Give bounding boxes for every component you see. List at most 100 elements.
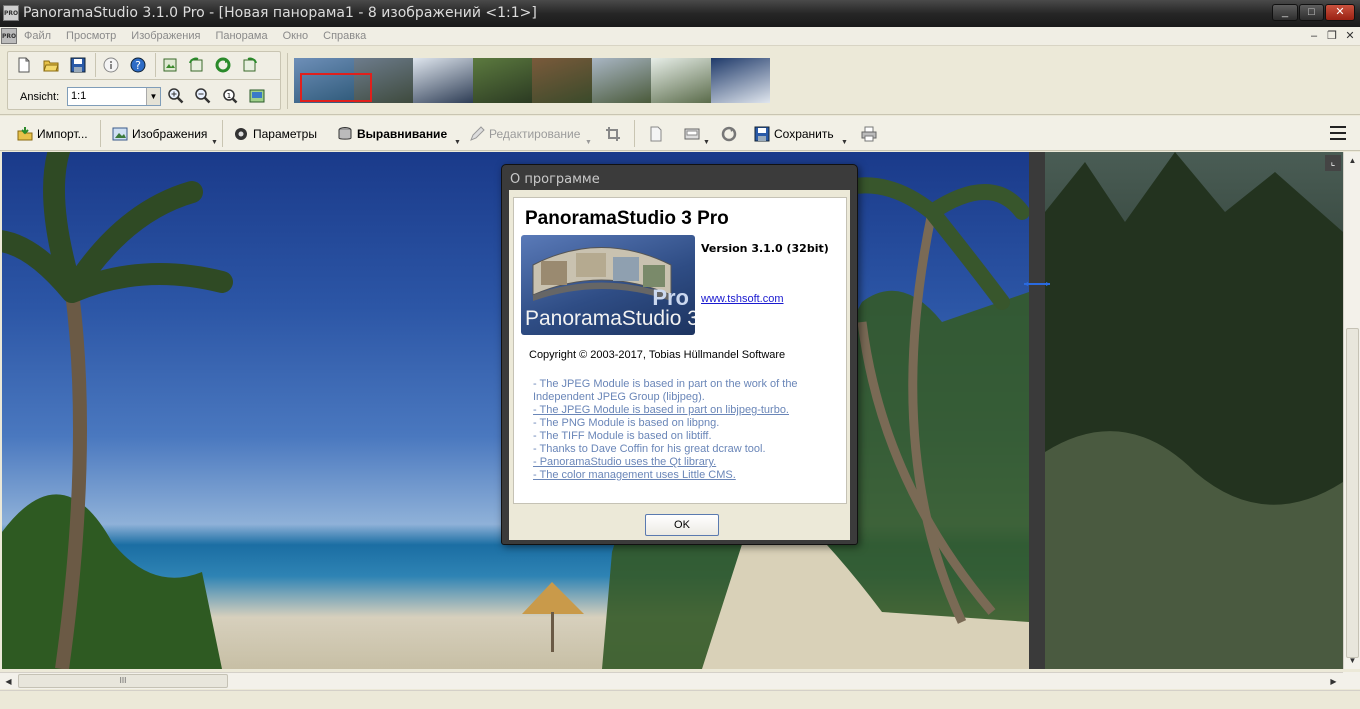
print-preview-icon: [684, 128, 700, 140]
version-text: Version 3.1.0 (32bit): [701, 242, 829, 255]
import-button[interactable]: Импорт...: [17, 125, 88, 143]
chevron-down-icon[interactable]: ▼: [841, 139, 848, 146]
edit-label: Редактирование: [489, 127, 581, 141]
align-button[interactable]: Выравнивание: [337, 125, 447, 143]
thumbnail[interactable]: [532, 58, 592, 103]
window-title: PanoramaStudio 3.1.0 Pro - [Новая панора…: [23, 5, 537, 21]
crop-button[interactable]: [605, 125, 621, 143]
thumbnail[interactable]: [710, 58, 770, 103]
images-button[interactable]: Изображения: [112, 125, 207, 143]
open-icon[interactable]: [40, 54, 62, 76]
chevron-down-icon[interactable]: ▼: [211, 139, 218, 146]
mdi-restore-button[interactable]: ❐: [1324, 29, 1340, 43]
credit-line: - The JPEG Module is based in part on th…: [533, 378, 798, 390]
save-icon: [754, 126, 770, 142]
chevron-down-icon[interactable]: ▼: [585, 139, 592, 146]
mdi-minimize-button[interactable]: –: [1306, 29, 1322, 43]
fit-icon[interactable]: [246, 85, 268, 107]
zoom-value: 1:1: [71, 90, 87, 102]
document-icon[interactable]: PRO: [1, 28, 17, 44]
thumbnail-viewport-frame[interactable]: [300, 73, 372, 102]
credit-line: - The TIFF Module is based on libtiff.: [533, 430, 712, 442]
horizontal-scroll-thumb[interactable]: III: [18, 674, 228, 688]
images-icon: [112, 127, 128, 141]
export-icon[interactable]: [159, 54, 181, 76]
panorama-seam-divider[interactable]: [1029, 152, 1045, 669]
menu-images[interactable]: Изображения: [131, 30, 207, 42]
save-label: Сохранить: [774, 127, 834, 141]
new-icon[interactable]: [13, 54, 35, 76]
menu-file[interactable]: Файл: [24, 30, 58, 42]
credit-link[interactable]: - The color management uses Little CMS.: [533, 469, 833, 482]
close-button[interactable]: ✕: [1325, 4, 1355, 21]
rotate-left-icon[interactable]: [185, 54, 207, 76]
credit-link[interactable]: - The JPEG Module is based in part on li…: [533, 404, 833, 417]
menu-help[interactable]: Справка: [323, 30, 373, 42]
logo-name-text: PanoramaStudio 3: [525, 307, 695, 330]
params-label: Параметры: [253, 127, 317, 141]
horizontal-scrollbar[interactable]: ◀ III ▶: [0, 672, 1343, 689]
action-toolbar: Импорт... Изображения ▼ Параметры Выравн…: [0, 116, 1360, 151]
edit-button[interactable]: Редактирование: [469, 125, 580, 143]
import-label: Импорт...: [37, 127, 88, 141]
zoom-select[interactable]: 1:1 ▼: [67, 87, 161, 106]
vertical-scrollbar[interactable]: ▲ ▼: [1343, 152, 1360, 669]
refresh-button[interactable]: [721, 125, 737, 143]
save-panorama-button[interactable]: Сохранить: [754, 125, 834, 143]
credits-list: - The JPEG Module is based in part on th…: [533, 378, 833, 482]
svg-text:1: 1: [227, 92, 231, 100]
import-icon: [17, 127, 33, 141]
credit-link[interactable]: - PanoramaStudio uses the Qt library.: [533, 456, 833, 469]
chevron-down-icon[interactable]: ▼: [146, 88, 160, 105]
title-bar: PRO PanoramaStudio 3.1.0 Pro - [Новая па…: [0, 0, 1360, 27]
info-icon[interactable]: [100, 54, 122, 76]
app-logo: Pro PanoramaStudio 3: [521, 235, 695, 335]
zoom-100-icon[interactable]: 1: [219, 85, 241, 107]
print-button[interactable]: [861, 125, 877, 143]
images-label: Изображения: [132, 127, 208, 141]
thumbnail[interactable]: [413, 58, 473, 103]
edit-icon: [470, 126, 485, 141]
minimize-button[interactable]: _: [1272, 4, 1298, 21]
rotate-right-icon[interactable]: [212, 54, 234, 76]
maximize-button[interactable]: □: [1299, 4, 1324, 21]
redo-icon[interactable]: [239, 54, 261, 76]
zoom-out-icon[interactable]: [192, 85, 214, 107]
print-preview-button[interactable]: [684, 125, 700, 143]
copyright-text: Copyright © 2003-2017, Tobias Hüllmandel…: [529, 349, 786, 361]
save-icon[interactable]: [67, 54, 89, 76]
params-button[interactable]: Параметры: [233, 125, 317, 143]
scroll-left-icon[interactable]: ◀: [2, 675, 15, 688]
seam-handle-icon[interactable]: [1024, 282, 1050, 286]
about-dialog: О программе PanoramaStudio 3 Pro Pro Pan…: [501, 164, 858, 545]
ok-button[interactable]: OK: [645, 514, 719, 536]
chevron-down-icon[interactable]: ▼: [703, 139, 710, 146]
scroll-right-icon[interactable]: ▶: [1327, 675, 1340, 688]
thumbnail[interactable]: [472, 58, 532, 103]
credit-line: Independent JPEG Group (libjpeg).: [533, 391, 705, 403]
thumbnail[interactable]: [651, 58, 711, 103]
menu-panorama[interactable]: Панорама: [215, 30, 274, 42]
menu-window[interactable]: Окно: [283, 30, 316, 42]
zoom-in-icon[interactable]: [165, 85, 187, 107]
app-icon[interactable]: PRO: [3, 5, 19, 21]
dialog-title: О программе: [510, 172, 600, 187]
page-button[interactable]: [648, 125, 664, 143]
print-icon: [861, 126, 877, 142]
canvas-corner-icon[interactable]: ⌞: [1325, 155, 1341, 171]
menu-bar: PRO Файл Просмотр Изображения Панорама О…: [0, 27, 1360, 46]
scroll-down-icon[interactable]: ▼: [1346, 654, 1359, 667]
website-link[interactable]: www.tshsoft.com: [701, 293, 784, 305]
credit-line: - The PNG Module is based on libpng.: [533, 417, 720, 429]
scroll-up-icon[interactable]: ▲: [1346, 154, 1359, 167]
thumbnail[interactable]: [591, 58, 651, 103]
help-icon[interactable]: ?: [127, 54, 149, 76]
hamburger-menu-icon[interactable]: [1330, 126, 1346, 140]
mdi-close-button[interactable]: ✕: [1342, 29, 1358, 43]
chevron-down-icon[interactable]: ▼: [454, 139, 461, 146]
vertical-scroll-thumb[interactable]: [1346, 328, 1359, 658]
dialog-body: PanoramaStudio 3 Pro Pro PanoramaStudio …: [509, 190, 850, 540]
view-label: Ansicht:: [20, 91, 60, 103]
menu-view[interactable]: Просмотр: [66, 30, 123, 42]
align-label: Выравнивание: [357, 127, 448, 141]
